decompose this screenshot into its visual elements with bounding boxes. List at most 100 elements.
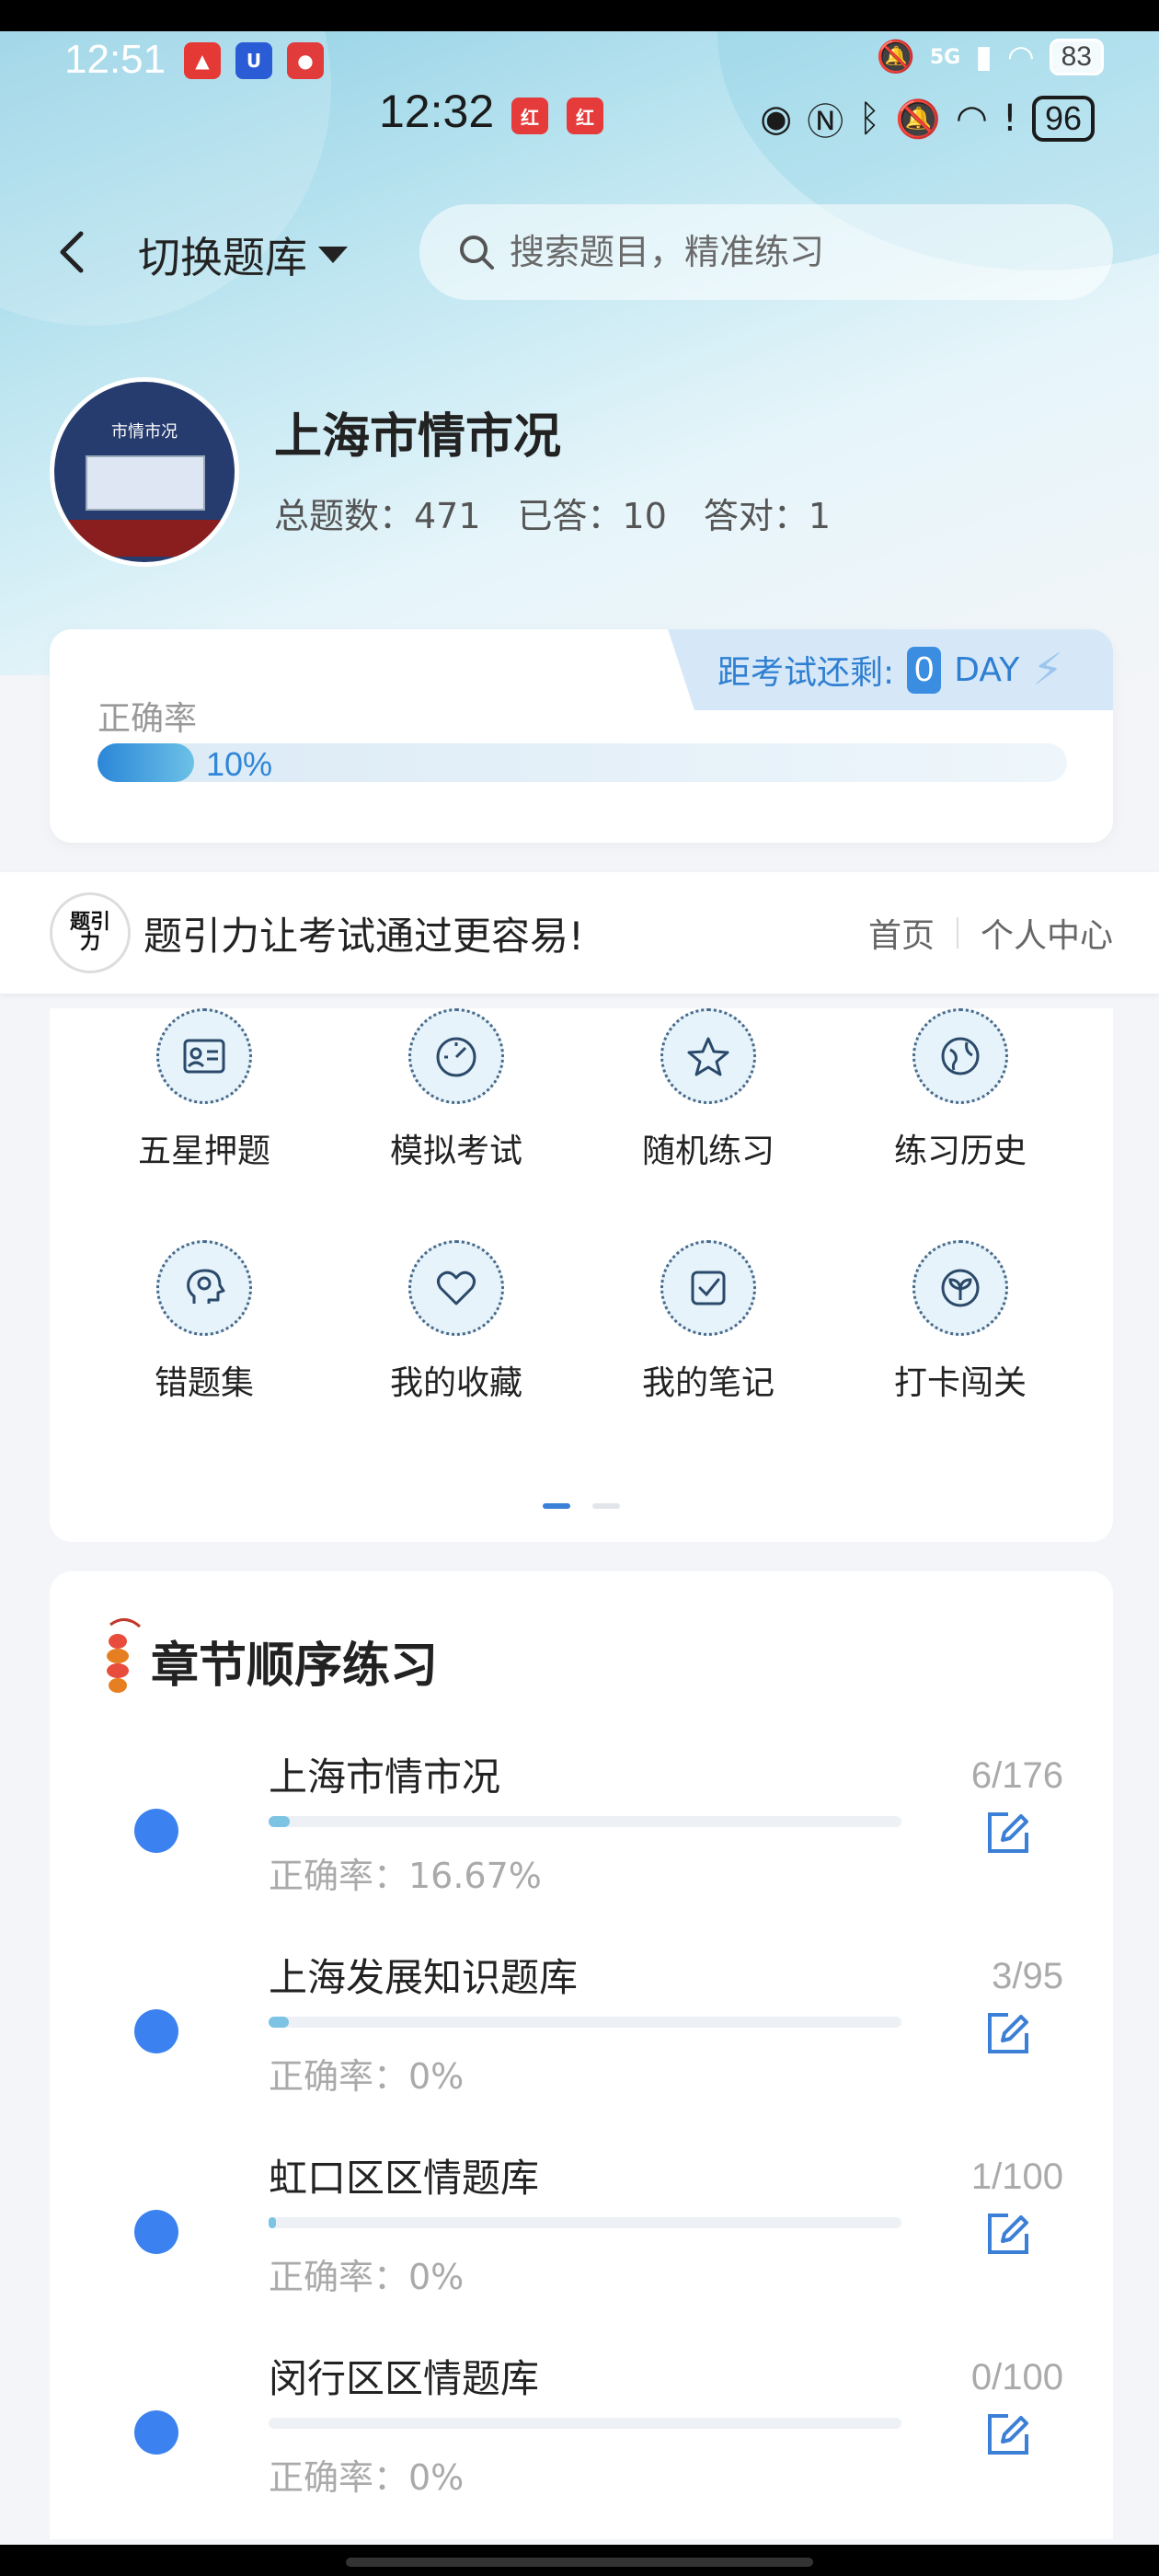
- edit-icon[interactable]: [982, 1807, 1034, 1858]
- battery-indicator: 83: [1049, 39, 1104, 75]
- question-bank-avatar: 市情市况: [50, 377, 239, 567]
- chapter-bullet: [134, 2009, 178, 2053]
- alert-icon: !: [1002, 98, 1017, 140]
- app-notification-icon: 红: [511, 98, 548, 134]
- top-black-band: [0, 0, 1159, 31]
- chapter-row[interactable]: 上海市情市况 正确率：16.67% 6/176: [50, 1746, 1113, 1912]
- chapter-bullet: [134, 2410, 178, 2455]
- inner-status-time: 12:32: [379, 86, 495, 137]
- edit-icon[interactable]: [982, 2409, 1034, 2460]
- status-time: 12:51: [64, 37, 166, 82]
- total-questions: 总题数：471: [274, 496, 481, 536]
- app-notification-icon: ●: [287, 42, 324, 79]
- id-card-icon: [156, 1008, 252, 1104]
- home-link[interactable]: 首页: [868, 909, 935, 957]
- grid-item-five-star[interactable]: 五星押题: [94, 1008, 315, 1172]
- avatar-caption: 市情市况: [111, 422, 178, 442]
- signal-icon: ▮: [975, 39, 993, 75]
- app-notification-icon: U: [235, 42, 272, 79]
- edit-icon[interactable]: [982, 2007, 1034, 2059]
- back-arrow-icon[interactable]: [46, 224, 101, 280]
- chapter-name: 虹口区区情题库: [269, 2156, 540, 2201]
- accuracy-progress-bar: 10%: [98, 743, 1067, 783]
- answered-count: 已答：10: [517, 496, 667, 536]
- chapter-progress-fill: [269, 2017, 290, 2028]
- grid-item-history[interactable]: 练习历史: [850, 1008, 1071, 1172]
- chapter-section-title: 章节顺序练习: [151, 1639, 439, 1694]
- exam-countdown-badge: 距考试还剩: 0 DAY ⚡: [668, 629, 1113, 710]
- personal-center-link[interactable]: 个人中心: [981, 909, 1113, 957]
- accuracy-label: 正确率: [98, 700, 198, 738]
- chapter-row[interactable]: 闵行区区情题库 正确率：0% 0/100: [50, 2348, 1113, 2513]
- grid-item-favorites[interactable]: 我的收藏: [346, 1240, 567, 1404]
- edit-icon[interactable]: [982, 2208, 1034, 2260]
- app-notification-icon: 红: [567, 98, 603, 134]
- chapter-count: 3/95: [992, 1956, 1063, 1996]
- eye-icon: ◉: [760, 98, 793, 140]
- correct-count: 答对：1: [703, 496, 832, 536]
- grid-item-mock-exam[interactable]: 模拟考试: [346, 1008, 567, 1172]
- countdown-prefix: 距考试还剩:: [717, 654, 895, 692]
- search-icon: [460, 236, 494, 270]
- wifi-icon: ◠: [1006, 39, 1035, 75]
- grid-label: 随机练习: [641, 1133, 775, 1170]
- chapter-progress-bar: [269, 2217, 901, 2228]
- banner-slogan: 题引力让考试通过更容易!: [143, 914, 584, 959]
- grid-label: 我的收藏: [389, 1364, 522, 1402]
- head-icon: [156, 1240, 252, 1336]
- gesture-home-bar[interactable]: [346, 2558, 813, 2567]
- top-nav-bar: 切换题库: [0, 204, 1159, 305]
- nfc-icon: Ⓝ: [807, 101, 844, 144]
- mute-icon: 🔕: [876, 39, 915, 75]
- grid-item-wrong-questions[interactable]: 错题集: [94, 1240, 315, 1404]
- chapter-count: 1/100: [970, 2156, 1063, 2197]
- chapter-count: 0/100: [970, 2357, 1063, 2398]
- page-dot: [592, 1503, 620, 1509]
- accuracy-value: 10%: [206, 745, 273, 783]
- chapter-progress-fill: [269, 1816, 291, 1827]
- chapter-row[interactable]: 虹口区区情题库 正确率：0% 1/100: [50, 2147, 1113, 2313]
- app-notification-icon: ▲: [184, 42, 221, 79]
- bank-stats: 总题数：471 已答：10 答对：1: [274, 488, 831, 538]
- heart-icon: [408, 1240, 504, 1336]
- countdown-unit: DAY: [954, 650, 1020, 689]
- grid-label: 打卡闯关: [893, 1364, 1027, 1402]
- grid-label: 我的笔记: [641, 1364, 775, 1402]
- feature-grid: 五星押题 模拟考试 随机练习 练习历史 错题集 我的收藏 我的笔记 打卡闯关: [50, 1008, 1113, 1542]
- accuracy-card: 距考试还剩: 0 DAY ⚡ 正确率 10%: [50, 629, 1113, 843]
- grid-label: 五星押题: [137, 1133, 270, 1170]
- chapter-progress-bar: [269, 1816, 901, 1827]
- page-indicator: [543, 1503, 620, 1509]
- chapter-name: 闵行区区情题库: [269, 2356, 540, 2401]
- grid-label: 模拟考试: [389, 1133, 522, 1170]
- wifi-icon: ◠: [956, 98, 988, 140]
- sprout-icon: [912, 1240, 1008, 1336]
- page-title: 上海市情市况: [274, 409, 562, 465]
- chapter-row[interactable]: 上海发展知识题库 正确率：0% 3/95: [50, 1947, 1113, 2112]
- chapter-progress-bar: [269, 2418, 901, 2429]
- checkbox-icon: [660, 1240, 756, 1336]
- gauge-icon: [408, 1008, 504, 1104]
- chapter-count: 6/176: [970, 1755, 1063, 1796]
- chapter-progress-fill: [269, 2217, 277, 2228]
- chapter-name: 上海发展知识题库: [269, 1955, 579, 2000]
- accuracy-progress-fill: [98, 743, 195, 782]
- lightning-icon: ⚡: [1032, 644, 1063, 696]
- brand-logo: 题引力: [50, 892, 131, 973]
- grid-item-random-practice[interactable]: 随机练习: [598, 1008, 819, 1172]
- chapter-accuracy: 正确率：0%: [269, 2257, 465, 2297]
- switch-bank-dropdown[interactable]: 切换题库: [138, 224, 348, 285]
- inner-status-bar: 12:32 红 红 ◉ Ⓝ ᛒ 🔕 ◠ ! 96: [0, 83, 1159, 147]
- chapter-progress-bar: [269, 2017, 901, 2028]
- chapter-name: 上海市情市况: [269, 1754, 501, 1800]
- chapter-accuracy: 正确率：16.67%: [269, 1856, 542, 1896]
- grid-item-checkin[interactable]: 打卡闯关: [850, 1240, 1071, 1404]
- bluetooth-icon: ᛒ: [858, 98, 881, 140]
- chapter-bullet: [134, 1809, 178, 1853]
- caret-down-icon: [318, 247, 348, 263]
- search-bar[interactable]: [419, 204, 1113, 300]
- search-input[interactable]: [510, 232, 1080, 272]
- grid-item-notes[interactable]: 我的笔记: [598, 1240, 819, 1404]
- chapter-accuracy: 正确率：0%: [269, 2457, 465, 2498]
- switch-bank-label: 切换题库: [138, 233, 307, 282]
